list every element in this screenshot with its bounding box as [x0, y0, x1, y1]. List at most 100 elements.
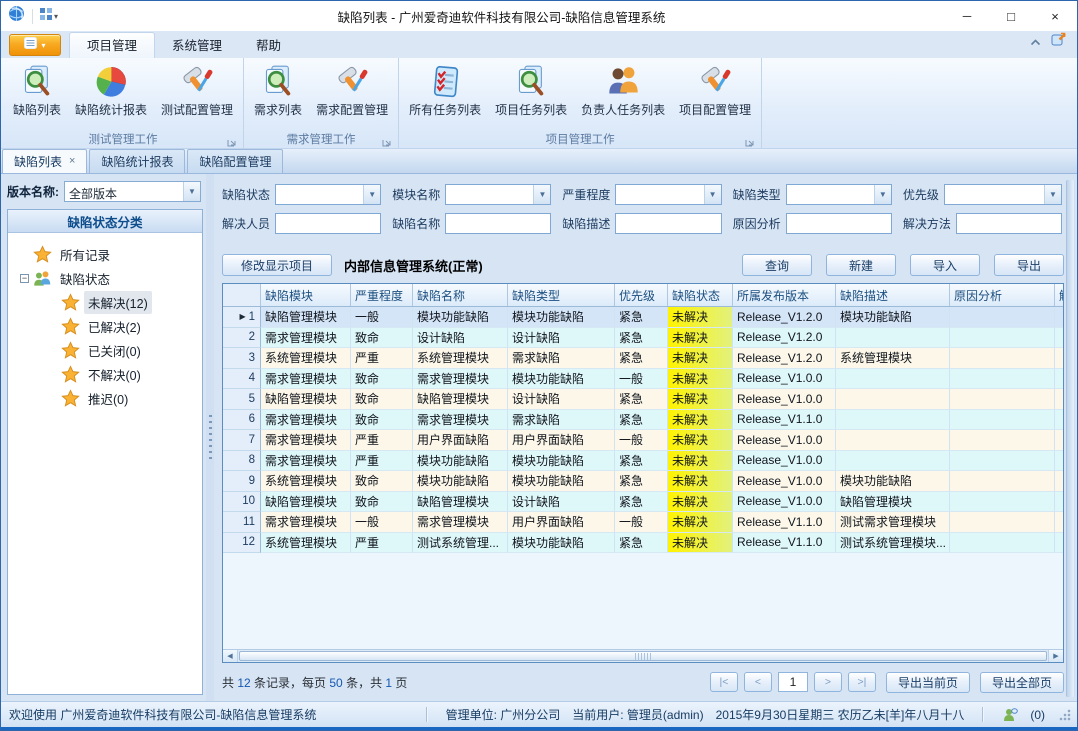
grid-cell: Release_V1.0.0: [733, 430, 836, 451]
column-header[interactable]: 缺陷类型: [508, 284, 615, 306]
status-separator: [426, 707, 428, 722]
grid-row[interactable]: 7需求管理模块严重用户界面缺陷用户界面缺陷一般未解决Release_V1.0.0: [223, 430, 1063, 451]
grid-cell: 需求管理模块: [261, 328, 351, 349]
scroll-left-icon[interactable]: ◀: [223, 650, 238, 662]
dropdown-arrow-icon[interactable]: ▼: [874, 185, 891, 204]
ribbon-tab[interactable]: 系统管理: [155, 34, 239, 58]
grid-row[interactable]: 11需求管理模块一般需求管理模块用户界面缺陷一般未解决Release_V1.1.…: [223, 512, 1063, 533]
import-button[interactable]: 导入: [910, 254, 980, 276]
filter-input[interactable]: [615, 213, 721, 234]
doc-tab[interactable]: 缺陷统计报表: [89, 149, 185, 173]
tree-item[interactable]: −缺陷状态: [12, 266, 198, 290]
vertical-scrollbar-track[interactable]: [1066, 180, 1075, 697]
ribbon-button[interactable]: 负责人任务列表: [574, 62, 672, 120]
scrollbar-thumb[interactable]: [239, 651, 1047, 661]
scroll-right-icon[interactable]: ▶: [1048, 650, 1063, 662]
filter-combo[interactable]: ▼: [786, 184, 892, 205]
filter-input[interactable]: [275, 213, 381, 234]
minimize-button[interactable]: ─: [945, 1, 989, 31]
grid-cell: 系统管理模块: [413, 348, 508, 369]
splitter-handle[interactable]: [206, 174, 214, 701]
filter-input[interactable]: [445, 213, 551, 234]
column-header[interactable]: 解决方法: [1055, 284, 1063, 306]
ribbon-button[interactable]: 缺陷列表: [6, 62, 68, 120]
grid-row[interactable]: 8需求管理模块严重模块功能缺陷模块功能缺陷紧急未解决Release_V1.0.0: [223, 451, 1063, 472]
new-button[interactable]: 新建: [826, 254, 896, 276]
grid-row[interactable]: 4需求管理模块致命需求管理模块模块功能缺陷一般未解决Release_V1.0.0: [223, 369, 1063, 390]
page-number-input[interactable]: [778, 672, 808, 692]
grid-row[interactable]: ▶1缺陷管理模块一般模块功能缺陷模块功能缺陷紧急未解决Release_V1.2.…: [223, 307, 1063, 328]
first-page-button[interactable]: |<: [710, 672, 738, 692]
next-page-button[interactable]: >: [814, 672, 842, 692]
dropdown-arrow-icon[interactable]: ▼: [183, 182, 200, 201]
column-header[interactable]: 缺陷状态: [668, 284, 733, 306]
export-all-pages-button[interactable]: 导出全部页: [980, 672, 1064, 693]
filter-input[interactable]: [956, 213, 1062, 234]
quick-access-toolbar-button[interactable]: ▾: [40, 7, 58, 25]
tree-item[interactable]: 未解决(12): [12, 290, 198, 314]
collapse-box-icon[interactable]: −: [20, 274, 29, 283]
tree-item[interactable]: 不解决(0): [12, 362, 198, 386]
dropdown-arrow-icon[interactable]: ▼: [363, 185, 380, 204]
help-window-icon[interactable]: [1051, 31, 1067, 52]
tree-item[interactable]: 已关闭(0): [12, 338, 198, 362]
maximize-button[interactable]: □: [989, 1, 1033, 31]
close-button[interactable]: ×: [1033, 1, 1077, 31]
column-header[interactable]: 原因分析: [950, 284, 1055, 306]
grid-row[interactable]: 2需求管理模块致命设计缺陷设计缺陷紧急未解决Release_V1.2.0: [223, 328, 1063, 349]
dialog-launcher-icon[interactable]: [745, 134, 755, 144]
query-button[interactable]: 查询: [742, 254, 812, 276]
filter-input[interactable]: [786, 213, 892, 234]
column-header[interactable]: 优先级: [615, 284, 668, 306]
grid-row[interactable]: 5缺陷管理模块致命缺陷管理模块设计缺陷紧急未解决Release_V1.0.0: [223, 389, 1063, 410]
horizontal-scrollbar[interactable]: ◀ ▶: [223, 649, 1063, 662]
prev-page-button[interactable]: <: [744, 672, 772, 692]
doc-tab[interactable]: 缺陷配置管理: [187, 149, 283, 173]
modify-columns-button[interactable]: 修改显示项目: [222, 254, 332, 276]
filter-combo[interactable]: ▼: [445, 184, 551, 205]
export-button[interactable]: 导出: [994, 254, 1064, 276]
ribbon-tab[interactable]: 项目管理: [69, 32, 155, 58]
grid-row[interactable]: 3系统管理模块严重系统管理模块需求缺陷紧急未解决Release_V1.2.0系统…: [223, 348, 1063, 369]
ribbon-tab[interactable]: 帮助: [239, 34, 298, 58]
filter-combo[interactable]: ▼: [275, 184, 381, 205]
dialog-launcher-icon[interactable]: [227, 134, 237, 144]
ribbon-button[interactable]: 项目配置管理: [672, 62, 758, 120]
resize-grip-icon[interactable]: [1059, 709, 1071, 721]
collapse-ribbon-icon[interactable]: [1030, 33, 1041, 51]
column-header[interactable]: 严重程度: [351, 284, 413, 306]
column-header[interactable]: 缺陷模块: [261, 284, 351, 306]
ribbon-button[interactable]: 所有任务列表: [402, 62, 488, 120]
grid-cell: Release_V1.0.0: [733, 492, 836, 513]
dialog-launcher-icon[interactable]: [382, 134, 392, 144]
column-header[interactable]: 缺陷描述: [836, 284, 950, 306]
doc-tab[interactable]: 缺陷列表×: [2, 149, 87, 173]
ribbon-button[interactable]: 缺陷统计报表: [68, 62, 154, 120]
grid-row[interactable]: 12系统管理模块严重测试系统管理...模块功能缺陷紧急未解决Release_V1…: [223, 533, 1063, 554]
application-menu-button[interactable]: ▾: [9, 34, 61, 56]
filter-combo[interactable]: ▼: [615, 184, 721, 205]
grid-row[interactable]: 9系统管理模块致命模块功能缺陷模块功能缺陷紧急未解决Release_V1.0.0…: [223, 471, 1063, 492]
filter-combo[interactable]: ▼: [944, 184, 1062, 205]
version-combo[interactable]: 全部版本 ▼: [64, 181, 201, 202]
user-message-icon[interactable]: [1002, 707, 1018, 722]
last-page-button[interactable]: >|: [848, 672, 876, 692]
column-header[interactable]: 所属发布版本: [733, 284, 836, 306]
date-text: 2015年9月30日星期三 农历乙未[羊]年八月十八: [716, 706, 965, 723]
tree-item[interactable]: 所有记录: [12, 242, 198, 266]
tree-item[interactable]: 已解决(2): [12, 314, 198, 338]
ribbon-button[interactable]: 需求配置管理: [309, 62, 395, 120]
column-header[interactable]: 缺陷名称: [413, 284, 508, 306]
dropdown-arrow-icon[interactable]: ▼: [1044, 185, 1061, 204]
grid-row[interactable]: 10缺陷管理模块致命缺陷管理模块设计缺陷紧急未解决Release_V1.0.0缺…: [223, 492, 1063, 513]
tab-close-icon[interactable]: ×: [69, 156, 75, 167]
grid-cell: 缺陷管理模块: [413, 492, 508, 513]
export-current-page-button[interactable]: 导出当前页: [886, 672, 970, 693]
ribbon-button[interactable]: 项目任务列表: [488, 62, 574, 120]
ribbon-button[interactable]: 需求列表: [247, 62, 309, 120]
grid-row[interactable]: 6需求管理模块致命需求管理模块需求缺陷紧急未解决Release_V1.1.0: [223, 410, 1063, 431]
dropdown-arrow-icon[interactable]: ▼: [533, 185, 550, 204]
ribbon-button[interactable]: 测试配置管理: [154, 62, 240, 120]
tree-item[interactable]: 推迟(0): [12, 386, 198, 410]
dropdown-arrow-icon[interactable]: ▼: [704, 185, 721, 204]
